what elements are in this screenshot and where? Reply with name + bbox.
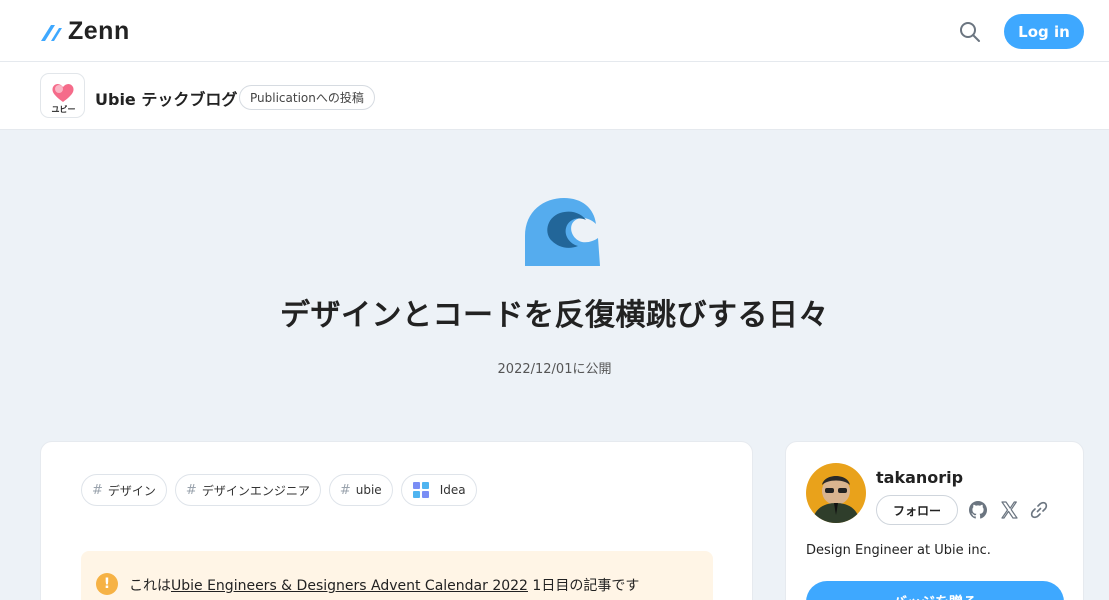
author-name[interactable]: takanorip bbox=[876, 468, 963, 487]
idea-icon bbox=[412, 482, 429, 498]
hash-icon: # bbox=[92, 482, 103, 498]
hash-icon: # bbox=[339, 482, 351, 498]
follow-button[interactable]: フォロー bbox=[876, 495, 958, 525]
topic-chip-idea[interactable]: Idea bbox=[400, 474, 477, 506]
topic-label: デザイン bbox=[107, 483, 156, 498]
wave-emoji-icon bbox=[525, 198, 600, 266]
login-button[interactable]: Log in bbox=[1004, 14, 1084, 49]
topic-chip[interactable]: # デザインエンジニア bbox=[174, 474, 321, 506]
avatar-image bbox=[806, 463, 866, 523]
publication-badge: Publicationへの投稿 bbox=[239, 85, 375, 110]
topic-chip[interactable]: # デザイン bbox=[81, 474, 167, 506]
publication-name[interactable]: Ubie テックブログ bbox=[95, 86, 237, 110]
author-card: takanorip フォロー Design Engineer at Ubie i… bbox=[785, 441, 1084, 600]
message-suffix: 1日目の記事です bbox=[527, 578, 640, 594]
x-icon[interactable] bbox=[999, 500, 1019, 520]
author-bio: Design Engineer at Ubie inc. bbox=[806, 543, 991, 558]
publication-logo-text: ユビー bbox=[52, 104, 76, 114]
topic-label: ubie bbox=[355, 483, 382, 497]
zenn-logo[interactable]: Zenn bbox=[40, 17, 130, 45]
avatar[interactable] bbox=[806, 463, 866, 523]
zenn-logo-text: Zenn bbox=[68, 17, 130, 45]
publication-logo[interactable]: ユビー bbox=[40, 73, 85, 118]
hash-icon: # bbox=[185, 482, 197, 498]
advent-calendar-link[interactable]: Ubie Engineers & Designers Advent Calend… bbox=[171, 578, 528, 594]
publication-bar: ユビー Ubie テックブログ Publicationへの投稿 bbox=[0, 62, 1109, 130]
exclamation-icon: ! bbox=[96, 573, 118, 595]
site-header: Zenn Log in bbox=[0, 0, 1109, 62]
github-icon[interactable] bbox=[968, 500, 988, 520]
topic-chip[interactable]: # ubie bbox=[328, 474, 393, 506]
send-badge-button[interactable]: バッジを贈る bbox=[806, 581, 1064, 600]
topic-label: Idea bbox=[439, 483, 466, 497]
article-card: # デザイン # デザインエンジニア # ubie Idea ! これはUbie… bbox=[40, 441, 753, 600]
message-prefix: これは bbox=[129, 578, 171, 594]
article-title: デザインとコードを反復横跳びする日々 bbox=[280, 298, 829, 333]
search-icon[interactable] bbox=[957, 19, 983, 45]
message-text: これはUbie Engineers & Designers Advent Cal… bbox=[129, 575, 639, 595]
message-box: ! これはUbie Engineers & Designers Advent C… bbox=[81, 551, 713, 600]
topic-list: # デザイン # デザインエンジニア # ubie Idea bbox=[81, 474, 477, 506]
publish-date: 2022/12/01に公開 bbox=[497, 362, 612, 377]
zenn-logo-icon bbox=[41, 25, 62, 41]
ubie-heart-icon: ユビー bbox=[52, 84, 76, 114]
topic-label: デザインエンジニア bbox=[201, 483, 310, 498]
link-icon[interactable] bbox=[1029, 500, 1049, 520]
